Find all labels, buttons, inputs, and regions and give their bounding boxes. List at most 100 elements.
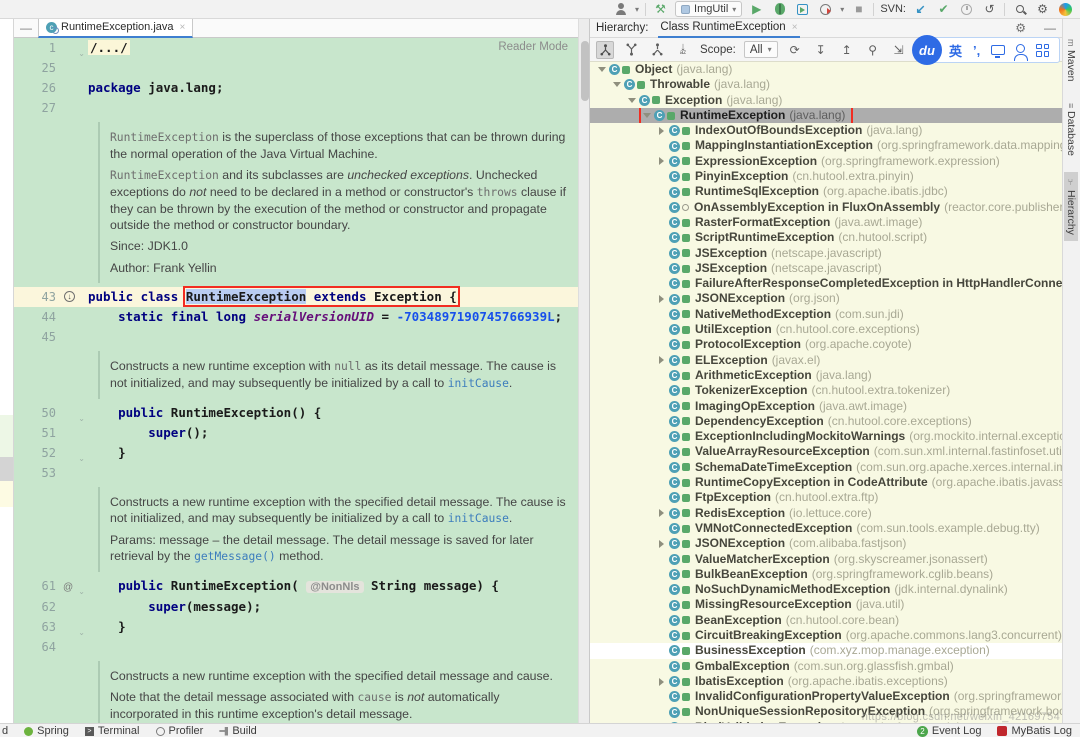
tree-row-gmbalexception[interactable]: CGmbalException(com.sun.org.glassfish.gm… — [590, 659, 1062, 674]
tree-row-scriptruntimeexception[interactable]: CScriptRuntimeException(cn.hutool.script… — [590, 230, 1062, 245]
tree-row-imagingopexception[interactable]: CImagingOpException(java.awt.image) — [590, 399, 1062, 414]
code-line-51[interactable]: 51 super(); — [14, 423, 578, 443]
javadoc-link[interactable]: initCause — [448, 512, 509, 525]
tree-expand-icon[interactable] — [656, 295, 667, 303]
hierarchy-tab[interactable]: Class RuntimeException × — [658, 19, 799, 38]
stripe-maven-button[interactable]: m Maven — [1064, 33, 1078, 87]
hierarchy-gear-icon[interactable]: ⚙ — [1015, 21, 1026, 35]
tree-row-runtimesqlexception[interactable]: CRuntimeSqlException(org.apache.ibatis.j… — [590, 184, 1062, 199]
tree-row-ibatisexception[interactable]: CIbatisException(org.apache.ibatis.excep… — [590, 674, 1062, 689]
tree-row-jsexception[interactable]: CJSException(netscape.javascript) — [590, 261, 1062, 276]
javadoc-link[interactable]: initCause — [448, 377, 509, 390]
code-line-25[interactable]: 25 — [14, 58, 578, 78]
tree-row-redisexception[interactable]: CRedisException(io.lettuce.core) — [590, 506, 1062, 521]
tree-row-elexception[interactable]: CELException(javax.el) — [590, 353, 1062, 368]
tree-expand-icon[interactable] — [656, 509, 667, 517]
tab-close-icon[interactable]: × — [180, 22, 186, 33]
tree-row-onassemblyexception-in-fluxonassembly[interactable]: COnAssemblyException in FluxOnAssembly(r… — [590, 200, 1062, 215]
build-hammer-icon[interactable]: ⚒ — [652, 1, 669, 17]
ime-menu-grid-icon[interactable] — [1036, 44, 1049, 57]
stripe-hierarchy-button[interactable]: ⑂ Hierarchy — [1064, 172, 1078, 241]
tree-expand-icon[interactable] — [656, 678, 667, 686]
coverage-icon[interactable] — [794, 1, 811, 17]
tree-row-vmnotconnectedexception[interactable]: CVMNotConnectedException(com.sun.tools.e… — [590, 521, 1062, 536]
code-line-50[interactable]: 50⌄ public RuntimeException() { — [14, 403, 578, 423]
code-line-61[interactable]: 61@⌄ public RuntimeException( @NonNls St… — [14, 576, 578, 597]
baidu-du-logo[interactable]: du — [912, 35, 942, 65]
statusbar-terminal-button[interactable]: >Terminal — [85, 725, 140, 737]
statusbar-spring-button[interactable]: Spring — [24, 725, 69, 737]
pin-icon[interactable]: ⚲ — [864, 41, 882, 59]
event-log-button[interactable]: 2 Event Log — [917, 725, 982, 737]
tree-row-rasterformatexception[interactable]: CRasterFormatException(java.awt.image) — [590, 215, 1062, 230]
code-line-53[interactable]: 53 — [14, 463, 578, 483]
stripe-database-button[interactable]: ≡ Database — [1064, 97, 1078, 162]
code-line-62[interactable]: 62 super(message); — [14, 597, 578, 617]
hierarchy-minimize-icon[interactable]: — — [1044, 21, 1056, 35]
export-icon[interactable]: ⇲ — [890, 41, 908, 59]
tree-row-arithmeticexception[interactable]: CArithmeticException(java.lang) — [590, 368, 1062, 383]
class-hierarchy-icon[interactable] — [596, 41, 614, 59]
debug-icon[interactable] — [771, 1, 788, 17]
tree-expand-icon[interactable] — [641, 113, 652, 118]
scope-combo[interactable]: All ▾ — [744, 41, 778, 58]
mybatis-log-button[interactable]: MyBatis Log — [997, 725, 1072, 737]
reader-mode-label[interactable]: Reader Mode — [498, 41, 568, 53]
profiler-icon[interactable] — [817, 1, 834, 17]
tree-row-circuitbreakingexception[interactable]: CCircuitBreakingException(org.apache.com… — [590, 628, 1062, 643]
tree-row-failureafterresponsecompletedexception-in-httphandlerconnector[interactable]: CFailureAfterResponseCompletedException … — [590, 276, 1062, 291]
supertypes-hierarchy-icon[interactable] — [622, 41, 640, 59]
code-line-26[interactable]: 26package java.lang; — [14, 78, 578, 98]
code-editor[interactable]: Reader Mode 1⌄/.../2526package java.lang… — [14, 38, 578, 723]
tree-expand-icon[interactable] — [656, 127, 667, 135]
hierarchy-tree[interactable]: CObject(java.lang)CThrowable(java.lang)C… — [590, 62, 1062, 723]
ime-punctuation-toggle[interactable]: ’, — [973, 43, 980, 58]
tree-row-missingresourceexception[interactable]: CMissingResourceException(java.util) — [590, 597, 1062, 612]
sort-alphabetically-icon[interactable]: ↓az — [674, 41, 692, 59]
code-line-64[interactable]: 64 — [14, 637, 578, 657]
hide-tabs-icon[interactable]: — — [14, 21, 38, 35]
tree-row-protocolexception[interactable]: CProtocolException(org.apache.coyote) — [590, 337, 1062, 352]
tree-row-jsexception[interactable]: CJSException(netscape.javascript) — [590, 246, 1062, 261]
settings-gear-icon[interactable]: ⚙ — [1034, 1, 1051, 17]
tree-row-valuearrayresourceexception[interactable]: CValueArrayResourceException(com.sun.xml… — [590, 444, 1062, 459]
code-line-27[interactable]: 27 — [14, 98, 578, 118]
svn-update-icon[interactable]: ↙ — [912, 1, 929, 17]
hierarchy-tab-close-icon[interactable]: × — [792, 22, 798, 33]
tree-row-businessexception[interactable]: CBusinessException(com.xyz.mop.manage.ex… — [590, 643, 1062, 658]
editor-scrollbar[interactable] — [578, 19, 590, 723]
search-icon[interactable] — [1011, 1, 1028, 17]
run-config-combo[interactable]: ImgUtil ▾ — [675, 1, 742, 17]
tree-row-expressionexception[interactable]: CExpressionException(org.springframework… — [590, 154, 1062, 169]
ime-virtual-keyboard-icon[interactable] — [991, 45, 1005, 55]
profiler-caret-icon[interactable]: ▾ — [840, 5, 844, 14]
tree-row-throwable[interactable]: CThrowable(java.lang) — [590, 77, 1062, 92]
tree-row-mappinginstantiationexception[interactable]: CMappingInstantiationException(org.sprin… — [590, 138, 1062, 153]
javadoc-link[interactable]: getMessage() — [194, 550, 276, 563]
tree-expand-icon[interactable] — [611, 82, 622, 87]
subtypes-hierarchy-icon[interactable] — [648, 41, 666, 59]
tree-row-indexoutofboundsexception[interactable]: CIndexOutOfBoundsException(java.lang) — [590, 123, 1062, 138]
user-caret-icon[interactable]: ▾ — [635, 5, 639, 14]
ime-language-toggle[interactable]: 英 — [949, 41, 962, 60]
code-line-45[interactable]: 45 — [14, 327, 578, 347]
code-line-43[interactable]: 43↓public class RuntimeException extends… — [14, 287, 578, 307]
tree-row-nativemethodexception[interactable]: CNativeMethodException(com.sun.jdi) — [590, 307, 1062, 322]
tree-row-schemadatetimeexception[interactable]: CSchemaDateTimeException(com.sun.org.apa… — [590, 460, 1062, 475]
refresh-icon[interactable]: ⟳ — [786, 41, 804, 59]
overridden-marker-icon[interactable]: ↓ — [64, 291, 75, 302]
tree-expand-icon[interactable] — [656, 157, 667, 165]
history-icon[interactable] — [958, 1, 975, 17]
run-icon[interactable]: ▶ — [748, 1, 765, 17]
tree-row-bulkbeanexception[interactable]: CBulkBeanException(org.springframework.c… — [590, 567, 1062, 582]
code-line-63[interactable]: 63⌄ } — [14, 617, 578, 637]
tree-row-valuematcherexception[interactable]: CValueMatcherException(org.skyscreamer.j… — [590, 552, 1062, 567]
tree-row-beanexception[interactable]: CBeanException(cn.hutool.core.bean) — [590, 613, 1062, 628]
expand-all-icon[interactable]: ↧ — [812, 41, 830, 59]
statusbar-profiler-button[interactable]: Profiler — [156, 725, 204, 737]
code-line-1[interactable]: 1⌄/.../ — [14, 38, 578, 58]
tree-expand-icon[interactable] — [596, 67, 607, 72]
tree-row-jsonexception[interactable]: CJSONException(org.json) — [590, 291, 1062, 306]
tree-row-exception[interactable]: CException(java.lang) — [590, 93, 1062, 108]
tree-row-pinyinexception[interactable]: CPinyinException(cn.hutool.extra.pinyin) — [590, 169, 1062, 184]
